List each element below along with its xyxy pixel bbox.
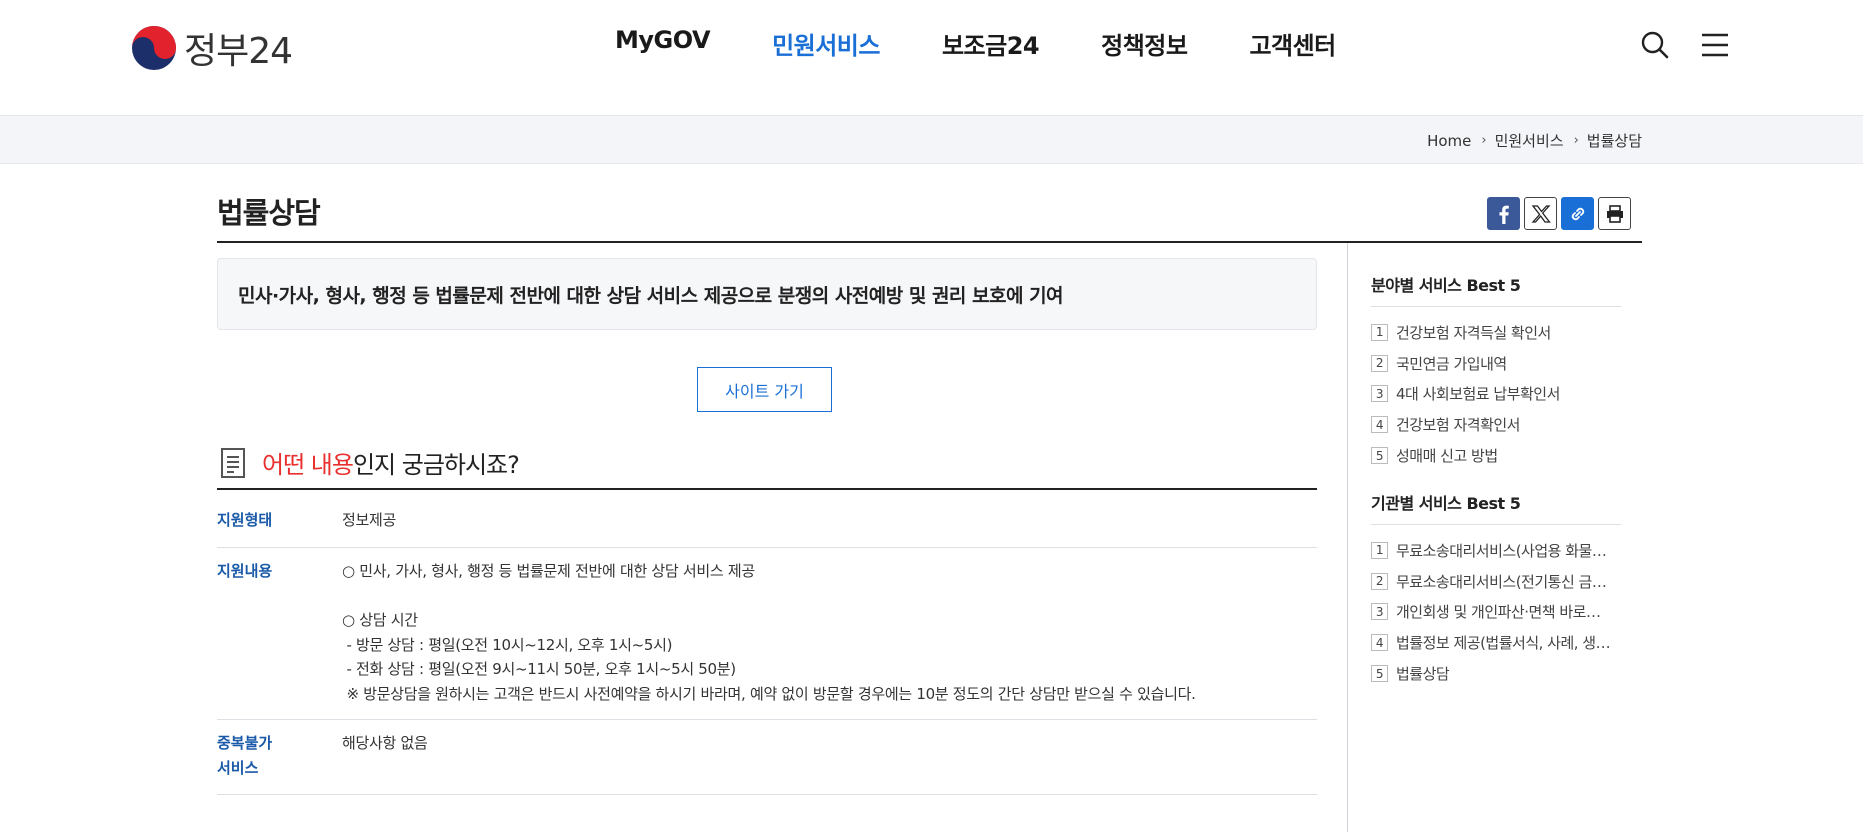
row-value: 정보제공: [342, 508, 396, 533]
title-divider: [217, 241, 1642, 243]
page-title: 법률상담: [217, 196, 321, 230]
search-icon[interactable]: [1640, 30, 1670, 60]
field-best5-title: 분야별 서비스 Best 5: [1371, 272, 1621, 307]
site-logo[interactable]: 정부24: [130, 22, 293, 74]
rank-number: 5: [1371, 665, 1388, 683]
service-summary: 민사·가사, 형사, 행정 등 법률문제 전반에 대한 상담 서비스 제공으로 …: [217, 258, 1317, 330]
rank-number: 3: [1371, 385, 1388, 403]
rank-number: 4: [1371, 416, 1388, 434]
heading-rest: 인지 궁금하시죠?: [352, 451, 520, 479]
list-item[interactable]: 4 법률정보 제공(법률서식, 사례, 생…: [1371, 627, 1621, 658]
rank-number: 4: [1371, 634, 1388, 652]
breadcrumb-band: Home › 민원서비스 › 법률상담: [0, 116, 1863, 164]
share-toolbar: [1487, 197, 1631, 230]
list-item-label: 4대 사회보험료 납부확인서: [1396, 385, 1560, 404]
go-to-site-button[interactable]: 사이트 가기: [697, 367, 832, 412]
breadcrumb-home[interactable]: Home: [1427, 132, 1471, 150]
chevron-right-icon: ›: [1481, 133, 1487, 148]
list-item-label: 개인회생 및 개인파산·면책 바로…: [1396, 603, 1601, 622]
list-item[interactable]: 2 국민연금 가입내역: [1371, 348, 1621, 379]
row-value-line: ※ 방문상담을 원하시는 고객은 반드시 사전예약을 하시기 바라며, 예약 없…: [342, 684, 1196, 703]
nav-policy-info[interactable]: 정책정보: [1101, 26, 1188, 61]
row-label-line: 중복불가: [217, 734, 273, 752]
breadcrumb-current[interactable]: 법률상담: [1587, 130, 1642, 151]
row-value-line: ○ 상담 시간: [342, 611, 418, 629]
rank-number: 3: [1371, 603, 1388, 621]
link-icon: [1571, 207, 1584, 220]
site-header: 정부24 MyGOV 민원서비스 보조금24 정책정보 고객센터: [0, 0, 1863, 116]
list-item[interactable]: 1 건강보험 자격득실 확인서: [1371, 317, 1621, 348]
document-icon: [221, 447, 245, 478]
info-row-support-content: 지원내용 ○ 민사, 가사, 형사, 행정 등 법률문제 전반에 대한 상담 서…: [217, 548, 1317, 720]
nav-subsidy24[interactable]: 보조금24: [942, 26, 1040, 61]
print-button[interactable]: [1598, 197, 1631, 230]
rank-number: 2: [1371, 572, 1388, 590]
field-best5-panel: 분야별 서비스 Best 5 1 건강보험 자격득실 확인서 2 국민연금 가입내역…: [1371, 272, 1621, 471]
row-label-line: 서비스: [217, 759, 259, 777]
nav-customer-center[interactable]: 고객센터: [1249, 26, 1336, 61]
menu-icon[interactable]: [1700, 30, 1730, 60]
list-item-label: 무료소송대리서비스(사업용 화물…: [1396, 541, 1607, 560]
agency-best5-list: 1 무료소송대리서비스(사업용 화물… 2 무료소송대리서비스(전기통신 금… 3개…: [1371, 535, 1621, 689]
list-item[interactable]: 2 무료소송대리서비스(전기통신 금…: [1371, 566, 1621, 597]
list-item-label: 법률정보 제공(법률서식, 사례, 생…: [1396, 634, 1611, 653]
taegeuk-emblem-icon: [132, 26, 176, 70]
nav-civil-service[interactable]: 민원서비스: [772, 26, 880, 61]
row-value-line: ○ 민사, 가사, 형사, 행정 등 법률문제 전반에 대한 상담 서비스 제공: [342, 562, 755, 580]
list-item[interactable]: 5 법률상담: [1371, 658, 1621, 689]
sidebar-divider: [1347, 243, 1348, 832]
list-item[interactable]: 3 4대 사회보험료 납부확인서: [1371, 379, 1621, 410]
x-twitter-icon: [1531, 204, 1551, 223]
row-label: 지원내용: [217, 562, 273, 580]
agency-best5-panel: 기관별 서비스 Best 5 1 무료소송대리서비스(사업용 화물… 2 무료소송대…: [1371, 490, 1621, 689]
print-icon: [1606, 204, 1623, 223]
field-best5-list: 1 건강보험 자격득실 확인서 2 국민연금 가입내역 3 4대 사회보험료 납부확인…: [1371, 317, 1621, 471]
list-item-label: 국민연금 가입내역: [1396, 354, 1507, 373]
breadcrumb: Home › 민원서비스 › 법률상담: [1427, 130, 1642, 151]
row-label: 중복불가 서비스: [217, 731, 272, 781]
logo-text: 정부24: [184, 31, 293, 72]
list-item-label: 건강보험 자격득실 확인서: [1396, 323, 1551, 342]
facebook-share-button[interactable]: [1487, 197, 1520, 230]
copy-link-button[interactable]: [1561, 197, 1594, 230]
list-item[interactable]: 4 건강보험 자격확인서: [1371, 409, 1621, 440]
list-item-label: 건강보험 자격확인서: [1396, 416, 1520, 435]
rank-number: 5: [1371, 447, 1388, 465]
rank-number: 1: [1371, 541, 1388, 559]
row-value-line: 해당사항 없음: [342, 734, 428, 752]
rank-number: 1: [1371, 323, 1388, 341]
main-nav: MyGOV 민원서비스 보조금24 정책정보 고객센터: [615, 26, 1398, 61]
list-item-label: 성매매 신고 방법: [1396, 447, 1498, 466]
info-row-no-duplicate: 중복불가 서비스 해당사항 없음: [217, 720, 1317, 795]
info-row-support-type: 지원형태 정보제공: [217, 490, 1317, 548]
list-item[interactable]: 1 무료소송대리서비스(사업용 화물…: [1371, 535, 1621, 566]
breadcrumb-civil-service[interactable]: 민원서비스: [1495, 130, 1564, 151]
row-label: 지원형태: [217, 511, 273, 529]
list-item-label: 무료소송대리서비스(전기통신 금…: [1396, 572, 1607, 591]
row-value: 해당사항 없음: [342, 731, 428, 756]
agency-best5-title: 기관별 서비스 Best 5: [1371, 490, 1621, 525]
list-item[interactable]: 3 개인회생 및 개인파산·면책 바로…: [1371, 597, 1621, 628]
nav-mygov[interactable]: MyGOV: [615, 26, 711, 61]
row-value-line: 정보제공: [342, 511, 397, 529]
row-value: ○ 민사, 가사, 형사, 행정 등 법률문제 전반에 대한 상담 서비스 제공…: [342, 559, 1196, 706]
chevron-right-icon: ›: [1573, 133, 1579, 148]
list-item[interactable]: 5 성매매 신고 방법: [1371, 440, 1621, 471]
row-value-line: - 전화 상담 : 평일(오전 9시~11시 50분, 오후 1시~5시 50분…: [342, 660, 736, 678]
rank-number: 2: [1371, 354, 1388, 372]
section-heading: 어떤 내용인지 궁금하시죠?: [220, 445, 520, 480]
heading-highlight: 어떤 내용: [262, 451, 354, 479]
x-share-button[interactable]: [1524, 197, 1557, 230]
list-item-label: 법률상담: [1396, 665, 1450, 684]
row-value-line: - 방문 상담 : 평일(오전 10시~12시, 오후 1시~5시): [342, 635, 673, 654]
row-value-line: [342, 584, 1196, 609]
section-heading-text: 어떤 내용인지 궁금하시죠?: [262, 445, 520, 480]
facebook-icon: [1499, 205, 1509, 224]
